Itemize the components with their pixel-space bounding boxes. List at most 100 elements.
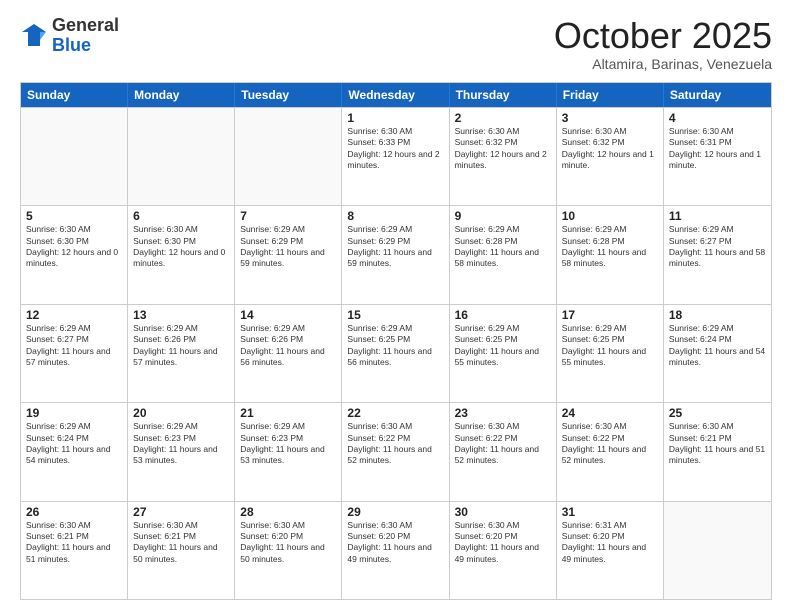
sunrise-text: Sunrise: 6:30 AM xyxy=(26,224,122,235)
day-number: 27 xyxy=(133,505,229,519)
cal-cell: 26Sunrise: 6:30 AMSunset: 6:21 PMDayligh… xyxy=(21,502,128,599)
day-number: 16 xyxy=(455,308,551,322)
daylight-text: Daylight: 12 hours and 0 minutes. xyxy=(26,247,122,270)
sunrise-text: Sunrise: 6:29 AM xyxy=(455,323,551,334)
sunset-text: Sunset: 6:22 PM xyxy=(455,433,551,444)
sunrise-text: Sunrise: 6:30 AM xyxy=(669,421,766,432)
day-number: 3 xyxy=(562,111,658,125)
cal-cell: 27Sunrise: 6:30 AMSunset: 6:21 PMDayligh… xyxy=(128,502,235,599)
cal-cell xyxy=(21,108,128,205)
cal-cell xyxy=(664,502,771,599)
cal-cell: 11Sunrise: 6:29 AMSunset: 6:27 PMDayligh… xyxy=(664,206,771,303)
day-number: 25 xyxy=(669,406,766,420)
sunset-text: Sunset: 6:26 PM xyxy=(133,334,229,345)
cal-cell: 21Sunrise: 6:29 AMSunset: 6:23 PMDayligh… xyxy=(235,403,342,500)
calendar-week-3: 12Sunrise: 6:29 AMSunset: 6:27 PMDayligh… xyxy=(21,304,771,402)
cal-cell xyxy=(128,108,235,205)
day-number: 13 xyxy=(133,308,229,322)
day-number: 9 xyxy=(455,209,551,223)
day-number: 12 xyxy=(26,308,122,322)
daylight-text: Daylight: 12 hours and 1 minute. xyxy=(562,149,658,172)
calendar-week-4: 19Sunrise: 6:29 AMSunset: 6:24 PMDayligh… xyxy=(21,402,771,500)
day-number: 18 xyxy=(669,308,766,322)
daylight-text: Daylight: 11 hours and 59 minutes. xyxy=(347,247,443,270)
cal-cell: 9Sunrise: 6:29 AMSunset: 6:28 PMDaylight… xyxy=(450,206,557,303)
calendar-week-1: 1Sunrise: 6:30 AMSunset: 6:33 PMDaylight… xyxy=(21,107,771,205)
day-number: 17 xyxy=(562,308,658,322)
cal-cell: 20Sunrise: 6:29 AMSunset: 6:23 PMDayligh… xyxy=(128,403,235,500)
sunset-text: Sunset: 6:23 PM xyxy=(240,433,336,444)
daylight-text: Daylight: 11 hours and 52 minutes. xyxy=(347,444,443,467)
day-number: 6 xyxy=(133,209,229,223)
daylight-text: Daylight: 11 hours and 55 minutes. xyxy=(562,346,658,369)
day-number: 21 xyxy=(240,406,336,420)
day-number: 7 xyxy=(240,209,336,223)
sunset-text: Sunset: 6:21 PM xyxy=(26,531,122,542)
sunrise-text: Sunrise: 6:29 AM xyxy=(669,323,766,334)
cal-cell: 5Sunrise: 6:30 AMSunset: 6:30 PMDaylight… xyxy=(21,206,128,303)
sunrise-text: Sunrise: 6:30 AM xyxy=(562,126,658,137)
cal-cell xyxy=(235,108,342,205)
daylight-text: Daylight: 11 hours and 53 minutes. xyxy=(133,444,229,467)
day-number: 8 xyxy=(347,209,443,223)
sunset-text: Sunset: 6:25 PM xyxy=(347,334,443,345)
cal-cell: 7Sunrise: 6:29 AMSunset: 6:29 PMDaylight… xyxy=(235,206,342,303)
logo-text: General Blue xyxy=(52,16,119,56)
sunset-text: Sunset: 6:21 PM xyxy=(669,433,766,444)
daylight-text: Daylight: 11 hours and 50 minutes. xyxy=(133,542,229,565)
sunrise-text: Sunrise: 6:30 AM xyxy=(26,520,122,531)
sunrise-text: Sunrise: 6:30 AM xyxy=(455,520,551,531)
sunrise-text: Sunrise: 6:30 AM xyxy=(455,421,551,432)
sunrise-text: Sunrise: 6:29 AM xyxy=(133,323,229,334)
sunset-text: Sunset: 6:22 PM xyxy=(562,433,658,444)
daylight-text: Daylight: 11 hours and 56 minutes. xyxy=(347,346,443,369)
location: Altamira, Barinas, Venezuela xyxy=(554,56,772,72)
header-monday: Monday xyxy=(128,83,235,107)
logo-general-label: General xyxy=(52,16,119,36)
logo: General Blue xyxy=(20,16,119,56)
header-tuesday: Tuesday xyxy=(235,83,342,107)
day-number: 5 xyxy=(26,209,122,223)
cal-cell: 31Sunrise: 6:31 AMSunset: 6:20 PMDayligh… xyxy=(557,502,664,599)
sunrise-text: Sunrise: 6:30 AM xyxy=(240,520,336,531)
sunset-text: Sunset: 6:33 PM xyxy=(347,137,443,148)
day-number: 20 xyxy=(133,406,229,420)
cal-cell: 6Sunrise: 6:30 AMSunset: 6:30 PMDaylight… xyxy=(128,206,235,303)
calendar: Sunday Monday Tuesday Wednesday Thursday… xyxy=(20,82,772,600)
cal-cell: 22Sunrise: 6:30 AMSunset: 6:22 PMDayligh… xyxy=(342,403,449,500)
daylight-text: Daylight: 11 hours and 58 minutes. xyxy=(455,247,551,270)
sunrise-text: Sunrise: 6:30 AM xyxy=(347,520,443,531)
sunrise-text: Sunrise: 6:30 AM xyxy=(347,421,443,432)
sunset-text: Sunset: 6:24 PM xyxy=(669,334,766,345)
daylight-text: Daylight: 11 hours and 56 minutes. xyxy=(240,346,336,369)
sunset-text: Sunset: 6:27 PM xyxy=(669,236,766,247)
cal-cell: 10Sunrise: 6:29 AMSunset: 6:28 PMDayligh… xyxy=(557,206,664,303)
daylight-text: Daylight: 11 hours and 51 minutes. xyxy=(669,444,766,467)
day-number: 10 xyxy=(562,209,658,223)
cal-cell: 3Sunrise: 6:30 AMSunset: 6:32 PMDaylight… xyxy=(557,108,664,205)
daylight-text: Daylight: 11 hours and 49 minutes. xyxy=(455,542,551,565)
sunset-text: Sunset: 6:24 PM xyxy=(26,433,122,444)
cal-cell: 4Sunrise: 6:30 AMSunset: 6:31 PMDaylight… xyxy=(664,108,771,205)
cal-cell: 28Sunrise: 6:30 AMSunset: 6:20 PMDayligh… xyxy=(235,502,342,599)
calendar-body: 1Sunrise: 6:30 AMSunset: 6:33 PMDaylight… xyxy=(21,107,771,599)
sunrise-text: Sunrise: 6:29 AM xyxy=(562,224,658,235)
day-number: 31 xyxy=(562,505,658,519)
header-sunday: Sunday xyxy=(21,83,128,107)
sunset-text: Sunset: 6:28 PM xyxy=(562,236,658,247)
day-number: 30 xyxy=(455,505,551,519)
calendar-header: Sunday Monday Tuesday Wednesday Thursday… xyxy=(21,83,771,107)
daylight-text: Daylight: 11 hours and 55 minutes. xyxy=(455,346,551,369)
page: General Blue October 2025 Altamira, Bari… xyxy=(0,0,792,612)
daylight-text: Daylight: 11 hours and 51 minutes. xyxy=(26,542,122,565)
daylight-text: Daylight: 11 hours and 58 minutes. xyxy=(669,247,766,270)
sunrise-text: Sunrise: 6:29 AM xyxy=(240,421,336,432)
sunrise-text: Sunrise: 6:30 AM xyxy=(133,520,229,531)
day-number: 28 xyxy=(240,505,336,519)
sunset-text: Sunset: 6:25 PM xyxy=(455,334,551,345)
sunset-text: Sunset: 6:26 PM xyxy=(240,334,336,345)
calendar-week-2: 5Sunrise: 6:30 AMSunset: 6:30 PMDaylight… xyxy=(21,205,771,303)
cal-cell: 17Sunrise: 6:29 AMSunset: 6:25 PMDayligh… xyxy=(557,305,664,402)
sunset-text: Sunset: 6:20 PM xyxy=(455,531,551,542)
sunrise-text: Sunrise: 6:29 AM xyxy=(562,323,658,334)
